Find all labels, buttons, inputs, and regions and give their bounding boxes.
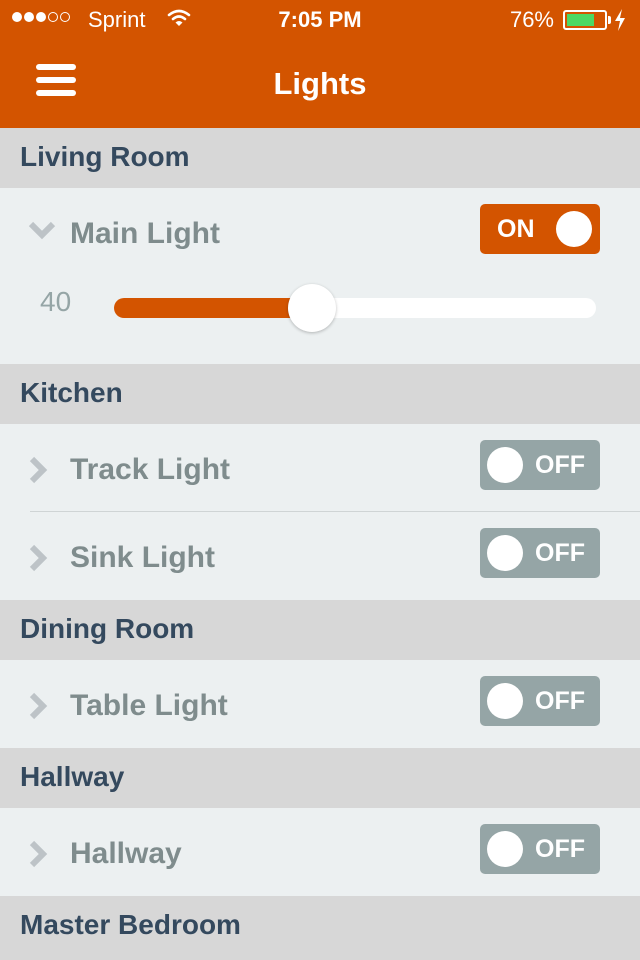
toggle-state-label: OFF — [535, 835, 585, 863]
lightning-icon — [614, 9, 626, 37]
light-row-hallway[interactable]: Hallway OFF — [0, 808, 640, 896]
light-name: Hallway — [70, 837, 182, 870]
slider-thumb[interactable] — [288, 284, 336, 332]
brightness-fill — [114, 298, 312, 318]
toggle-knob — [487, 535, 523, 571]
light-name: Table Light — [70, 689, 228, 722]
light-toggle[interactable]: OFF — [480, 528, 600, 578]
light-toggle[interactable]: ON — [480, 204, 600, 254]
section-title: Hallway — [20, 761, 125, 792]
section-title: Master Bedroom — [20, 909, 241, 940]
brightness-value: 40 — [40, 286, 72, 317]
toggle-knob — [487, 447, 523, 483]
battery-tip — [608, 16, 611, 24]
battery-level — [567, 14, 594, 26]
toggle-knob — [487, 831, 523, 867]
light-name: Main Light — [70, 217, 220, 250]
toggle-knob — [556, 211, 592, 247]
battery-icon — [563, 10, 607, 30]
battery-percentage: 76% — [509, 7, 554, 32]
toggle-state-label: ON — [497, 215, 535, 243]
light-row-sink-light[interactable]: Sink Light OFF — [0, 512, 640, 600]
page-title: Lights — [273, 66, 367, 101]
light-toggle[interactable]: OFF — [480, 824, 600, 874]
brightness-slider[interactable] — [114, 284, 596, 332]
chevron-down-icon[interactable] — [28, 220, 56, 245]
section-header-hallway: Hallway — [0, 748, 640, 808]
toggle-state-label: OFF — [535, 451, 585, 479]
light-name: Track Light — [70, 453, 231, 486]
chevron-right-icon[interactable] — [28, 456, 48, 489]
top-bar: Sprint 7:05 PM 76% Lights — [0, 0, 640, 128]
chevron-right-icon[interactable] — [28, 840, 48, 873]
light-row-track-light[interactable]: Track Light OFF — [0, 424, 640, 512]
lights-screen: Sprint 7:05 PM 76% Lights Living Room Ma… — [0, 0, 640, 960]
toggle-state-label: OFF — [535, 687, 585, 715]
section-title: Living Room — [20, 141, 190, 172]
light-name: Sink Light — [70, 541, 215, 574]
section-header-living-room: Living Room — [0, 128, 640, 188]
toggle-knob — [487, 683, 523, 719]
section-title: Dining Room — [20, 613, 195, 644]
toggle-state-label: OFF — [535, 539, 585, 567]
section-title: Kitchen — [20, 377, 123, 408]
light-toggle[interactable]: OFF — [480, 676, 600, 726]
section-header-kitchen: Kitchen — [0, 364, 640, 424]
chevron-right-icon[interactable] — [28, 544, 48, 577]
chevron-right-icon[interactable] — [28, 692, 48, 725]
light-row-table-light[interactable]: Table Light OFF — [0, 660, 640, 748]
status-bar: Sprint 7:05 PM 76% — [0, 0, 640, 40]
section-header-dining-room: Dining Room — [0, 600, 640, 660]
light-row-main-light[interactable]: Main Light ON 40 — [0, 188, 640, 364]
section-header-master-bedroom: Master Bedroom — [0, 896, 640, 960]
light-toggle[interactable]: OFF — [480, 440, 600, 490]
